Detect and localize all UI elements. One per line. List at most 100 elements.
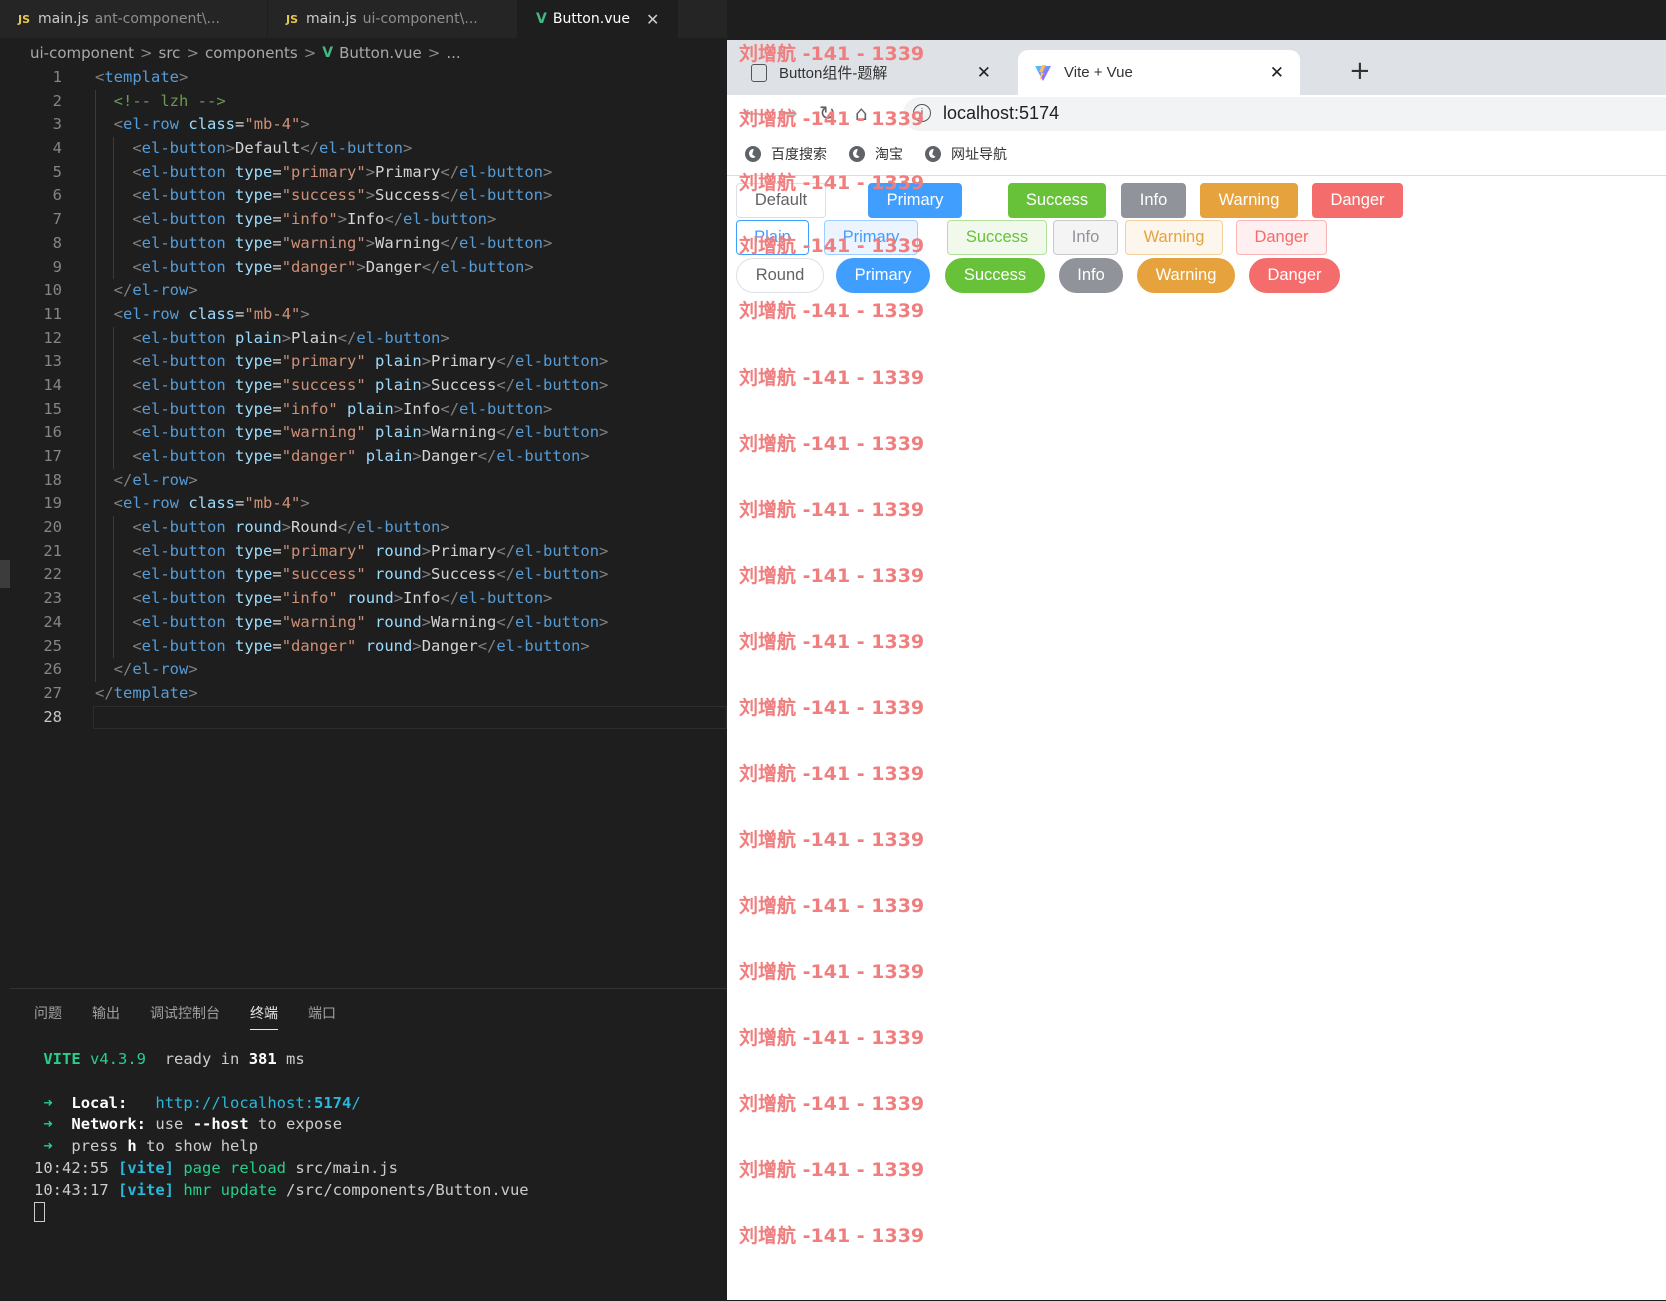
info-round-button[interactable]: Info	[1059, 258, 1123, 293]
watermark-text: 刘增航 -141 - 1339	[739, 1159, 925, 1181]
danger-plain-button[interactable]: Danger	[1236, 220, 1327, 255]
line-number: 6	[52, 186, 62, 205]
vue-file-icon: V	[322, 45, 334, 61]
code-area[interactable]: 1 <template> 2 <!-- lzh --> 3 <el-row class…	[0, 66, 727, 729]
default-round-button[interactable]: Round	[736, 258, 824, 293]
line-number: 24	[43, 612, 62, 631]
tab-terminal[interactable]: 终端	[250, 1003, 278, 1030]
code-line[interactable]: 19 <el-row class="mb-4">	[0, 492, 727, 517]
tab-ports[interactable]: 端口	[308, 1003, 336, 1030]
info-plain-button[interactable]: Info	[1053, 220, 1118, 255]
warning-round-button[interactable]: Warning	[1137, 258, 1235, 293]
browser-tab-vite-vue[interactable]: Vite + Vue ✕	[1018, 50, 1300, 95]
code-line[interactable]: 8 <el-button type="warning">Warning</el-…	[0, 231, 727, 256]
line-number: 15	[43, 399, 62, 418]
breadcrumb-item[interactable]: Button.vue	[339, 44, 422, 62]
info-button[interactable]: Info	[1121, 183, 1186, 218]
watermark-text: 刘增航 -141 - 1339	[739, 367, 925, 389]
scroll-indicator	[0, 560, 10, 588]
breadcrumb-item[interactable]: ui-component	[30, 44, 134, 62]
tab-problems[interactable]: 问题	[34, 1003, 62, 1030]
line-number: 18	[43, 470, 62, 489]
code-line[interactable]: 3 <el-row class="mb-4">	[0, 113, 727, 138]
line-content: </template>	[95, 683, 198, 702]
code-line[interactable]: 22 <el-button type="success" round>Succe…	[0, 563, 727, 588]
code-line[interactable]: 27 </template>	[0, 682, 727, 706]
line-content: <el-row class="mb-4">	[113, 494, 310, 513]
tab-debug-console[interactable]: 调试控制台	[150, 1003, 220, 1030]
code-line[interactable]: 11 <el-row class="mb-4">	[0, 302, 727, 327]
danger-round-button[interactable]: Danger	[1249, 258, 1340, 293]
code-line[interactable]: 20 <el-button round>Round</el-button>	[0, 516, 727, 540]
line-content: <el-button type="info" plain>Info</el-bu…	[132, 399, 553, 418]
code-line[interactable]: 10 </el-row>	[0, 279, 727, 303]
default-button[interactable]: Default	[736, 183, 826, 218]
code-line[interactable]: 9 <el-button type="danger">Danger</el-bu…	[0, 255, 727, 280]
home-icon[interactable]: ⌂	[855, 101, 868, 125]
browser-tab-title: Vite + Vue	[1064, 64, 1133, 81]
line-number: 26	[43, 660, 62, 679]
line-number: 1	[52, 68, 62, 86]
code-line[interactable]: 23 <el-button type="info" round>Info</el…	[0, 587, 727, 611]
code-line[interactable]: 24 <el-button type="warning" round>Warni…	[0, 610, 727, 635]
code-line[interactable]: 26 </el-row>	[0, 658, 727, 682]
breadcrumb-item[interactable]: components	[205, 44, 298, 62]
code-line[interactable]: 21 <el-button type="primary" round>Prima…	[0, 539, 727, 564]
code-line[interactable]: 25 <el-button type="danger" round>Danger…	[0, 634, 727, 659]
code-line[interactable]: 28	[0, 705, 727, 730]
line-content: <el-button type="primary">Primary</el-bu…	[132, 162, 553, 181]
primary-button[interactable]: Primary	[868, 183, 962, 218]
code-line[interactable]: 13 <el-button type="primary" plain>Prima…	[0, 350, 727, 374]
info-icon[interactable]: i	[913, 104, 931, 122]
tab-main-js-ui[interactable]: JS main.js ui-component\...	[268, 0, 518, 38]
url-text[interactable]: localhost:5174	[943, 103, 1059, 124]
terminal-output[interactable]: VITE v4.3.9 ready in 381 ms ➜ Local: htt…	[34, 1049, 529, 1223]
code-line[interactable]: 17 <el-button type="danger" plain>Danger…	[0, 445, 727, 469]
code-line[interactable]: 12 <el-button plain>Plain</el-button>	[0, 326, 727, 351]
breadcrumb-item[interactable]: src	[159, 44, 181, 62]
reload-icon[interactable]: ↻	[819, 101, 836, 125]
address-bar[interactable]: i localhost:5174	[903, 97, 1666, 131]
browser-tab-button-solution[interactable]: Button组件-题解 ✕	[735, 50, 1007, 95]
code-line[interactable]: 6 <el-button type="success">Success</el-…	[0, 184, 727, 209]
close-icon[interactable]: ✕	[1270, 63, 1284, 83]
code-line[interactable]: 15 <el-button type="info" plain>Info</el…	[0, 397, 727, 422]
tab-main-js-ant[interactable]: JS main.js ant-component\...	[0, 0, 268, 38]
bookmark-item[interactable]: 淘宝	[849, 144, 903, 164]
code-line[interactable]: 5 <el-button type="primary">Primary</el-…	[0, 160, 727, 185]
code-line[interactable]: 7 <el-button type="info">Info</el-button…	[0, 208, 727, 232]
code-line[interactable]: 4 <el-button>Default</el-button>	[0, 137, 727, 161]
chevron-right-icon: >	[427, 44, 441, 62]
warning-button[interactable]: Warning	[1200, 183, 1298, 218]
success-plain-button[interactable]: Success	[947, 220, 1047, 255]
bookmark-item[interactable]: 网址导航	[925, 144, 1007, 164]
success-round-button[interactable]: Success	[945, 258, 1045, 293]
code-line[interactable]: 2 <!-- lzh -->	[0, 89, 727, 114]
globe-icon	[925, 146, 941, 162]
primary-plain-button[interactable]: Primary	[824, 220, 918, 255]
close-icon[interactable]: ✕	[977, 63, 991, 83]
back-arrow-icon[interactable]: ←	[743, 101, 760, 125]
vite-logo-icon	[1034, 64, 1052, 82]
danger-button[interactable]: Danger	[1312, 183, 1403, 218]
warning-plain-button[interactable]: Warning	[1125, 220, 1223, 255]
code-line[interactable]: 14 <el-button type="success" plain>Succe…	[0, 373, 727, 398]
local-url-link[interactable]: http://localhost:5174/	[155, 1094, 360, 1112]
line-number: 11	[43, 304, 62, 323]
line-content: <el-button type="primary" round>Primary<…	[132, 541, 609, 560]
code-line[interactable]: 1 <template>	[0, 66, 727, 90]
tab-button-vue[interactable]: V Button.vue ✕	[518, 0, 678, 38]
primary-round-button[interactable]: Primary	[836, 258, 930, 293]
success-button[interactable]: Success	[1008, 183, 1106, 218]
close-icon[interactable]: ✕	[646, 10, 659, 29]
code-line[interactable]: 16 <el-button type="warning" plain>Warni…	[0, 421, 727, 445]
page-icon	[751, 63, 767, 82]
bookmark-item[interactable]: 百度搜索	[745, 144, 827, 164]
breadcrumb-item[interactable]: ...	[446, 44, 460, 62]
default-plain-button[interactable]: Plain	[736, 220, 809, 255]
new-tab-button[interactable]: +	[1349, 56, 1371, 86]
tab-output[interactable]: 输出	[92, 1003, 120, 1030]
code-line[interactable]: 18 </el-row>	[0, 468, 727, 493]
forward-arrow-icon[interactable]: →	[781, 101, 798, 125]
line-content: <!-- lzh -->	[113, 91, 226, 110]
